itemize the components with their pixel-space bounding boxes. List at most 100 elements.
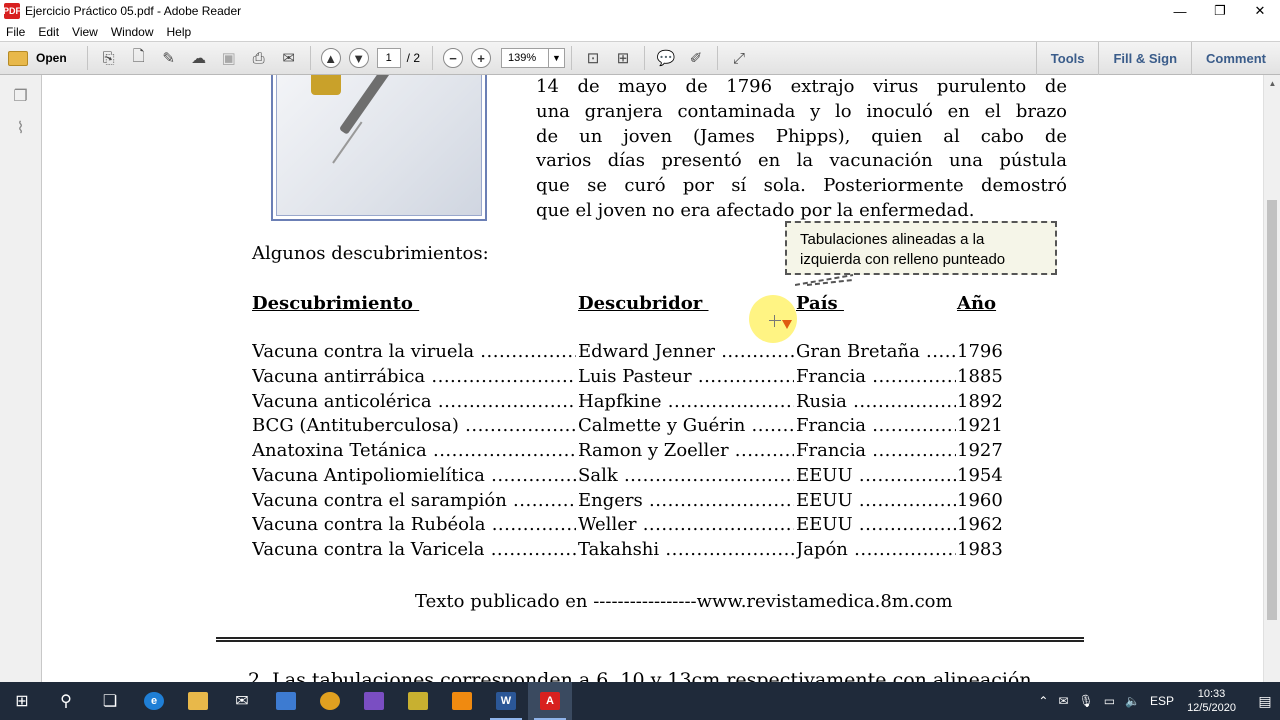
paragraph-line: de un joven (James Phipps), quien al cab… [536, 125, 1067, 147]
cell-descubrimiento: Vacuna contra la Varicela ..............… [252, 539, 576, 560]
cell-text: EEUU [796, 464, 853, 486]
edit-pdf-icon[interactable]: ✎ [157, 46, 181, 70]
save-icon[interactable]: ▣ [217, 46, 241, 70]
cell-text: Vacuna Antipoliomielítica [252, 464, 485, 486]
network-icon[interactable]: ▭ [1104, 694, 1115, 708]
open-button[interactable]: Open [8, 50, 67, 66]
cell-descubridor: Calmette y Guérin ......................… [578, 415, 794, 436]
minimize-button[interactable]: — [1160, 0, 1200, 22]
email-icon[interactable]: ✉ [277, 46, 301, 70]
cell-text: Vacuna antirrábica [252, 365, 426, 387]
dot-leader: ........................................… [751, 415, 794, 437]
cell-descubrimiento: Anatoxina Tetánica .....................… [252, 440, 576, 461]
cell-text: Ramon y Zoeller [578, 440, 729, 461]
cell-ano: 1892 [957, 391, 1017, 412]
callout-annotation[interactable]: Tabulaciones alineadas a la izquierda co… [785, 221, 1057, 275]
visual-studio-icon[interactable] [352, 682, 396, 720]
paragraph-line: que se curó por sí sola. Posteriormente … [536, 175, 1067, 197]
cell-text: Engers [578, 489, 643, 511]
task-view-icon[interactable]: ❏ [88, 682, 132, 720]
word-app-icon[interactable]: W [484, 682, 528, 720]
language-indicator[interactable]: ESP [1150, 694, 1174, 708]
toolbar-divider [717, 46, 719, 70]
export-pdf-icon[interactable]: 🗋 [127, 46, 151, 70]
vertical-scrollbar[interactable]: ▲ [1263, 75, 1280, 682]
cell-pais: EEUU ...................................… [796, 490, 956, 511]
scrollbar-thumb[interactable] [1267, 200, 1277, 620]
header-pais: País [796, 293, 844, 314]
notifications-icon[interactable]: ▤ [1250, 682, 1280, 720]
attachments-paperclip-icon[interactable]: ⌇ [10, 117, 32, 139]
crosshair-cursor-icon [769, 315, 781, 327]
toolbar-divider [309, 46, 311, 70]
zoom-in-button[interactable]: + [471, 48, 492, 68]
cell-text: Francia [796, 415, 866, 437]
cell-descubridor: Salk ...................................… [578, 465, 794, 486]
toolbar-panels: Tools Fill & Sign Comment [1035, 42, 1280, 75]
read-mode-icon[interactable]: ⤢ [727, 46, 751, 70]
zoom-select[interactable]: 139% ▼ [501, 48, 566, 68]
cell-pais: Japón ..................................… [796, 539, 956, 560]
menu-view[interactable]: View [72, 25, 98, 39]
highlight-icon[interactable]: ✐ [684, 46, 708, 70]
file-manager-icon[interactable] [396, 682, 440, 720]
menu-window[interactable]: Window [111, 25, 154, 39]
previous-page-button[interactable]: ▲ [320, 48, 341, 68]
dot-leader: ........................................… [858, 464, 956, 486]
maximize-button[interactable]: ❐ [1200, 0, 1240, 22]
upload-cloud-icon[interactable]: ☁ [187, 46, 211, 70]
cell-ano: 1960 [957, 490, 1017, 511]
menu-edit[interactable]: Edit [38, 25, 59, 39]
clock-time: 10:33 [1197, 688, 1226, 700]
edge-browser-icon[interactable]: e [132, 682, 176, 720]
zoom-out-button[interactable]: − [443, 48, 464, 68]
comment-button[interactable]: Comment [1191, 42, 1280, 75]
chevron-up-icon[interactable]: ⌃ [1038, 694, 1048, 708]
fit-page-icon[interactable]: ⊡ [581, 46, 605, 70]
menu-bar: File Edit View Window Help [0, 22, 1280, 41]
search-icon[interactable]: ⚲ [44, 682, 88, 720]
page-thumbnails-icon[interactable]: ❐ [10, 85, 32, 107]
print-icon[interactable]: ⎙ [247, 46, 271, 70]
page-number-input[interactable]: 1 [376, 48, 401, 68]
dot-leader: ........................................… [697, 365, 794, 387]
chrome-browser-icon[interactable] [308, 682, 352, 720]
dot-leader: ........................................… [480, 341, 576, 362]
microphone-icon[interactable]: 🎙 [1079, 694, 1094, 708]
fill-sign-button[interactable]: Fill & Sign [1098, 42, 1191, 75]
menu-file[interactable]: File [6, 25, 25, 39]
adobe-reader-taskbar-icon[interactable]: A [528, 682, 572, 720]
close-button[interactable]: ✕ [1240, 0, 1280, 22]
window-title: Ejercicio Práctico 05.pdf - Adobe Reader [25, 4, 242, 18]
dot-leader: ........................................… [926, 341, 956, 362]
cell-text: 1962 [957, 514, 1003, 536]
header-descubrimiento: Descubrimiento [252, 293, 420, 314]
cell-descubridor: Weller .................................… [578, 514, 794, 535]
volume-icon[interactable]: 🔈 [1125, 694, 1140, 708]
window-controls: — ❐ ✕ [1160, 0, 1280, 22]
comment-bubble-icon[interactable]: 💬 [654, 46, 678, 70]
next-page-button[interactable]: ▼ [348, 48, 369, 68]
cell-text: Salk [578, 464, 618, 486]
tools-button[interactable]: Tools [1035, 42, 1099, 75]
vlc-player-icon[interactable] [440, 682, 484, 720]
store-icon[interactable] [264, 682, 308, 720]
paragraph-line: una granjera contaminada y lo inoculó en… [536, 100, 1067, 122]
fit-width-icon[interactable]: ⊞ [611, 46, 635, 70]
taskbar: ⊞ ⚲ ❏ e ✉ W A ⌃ ✉ 🎙 ▭ 🔈 ESP 10:33 12/5/2… [0, 682, 1280, 720]
clock[interactable]: 10:33 12/5/2020 [1187, 687, 1236, 715]
mail-icon[interactable]: ✉ [220, 682, 264, 720]
cursor-arrow-icon [782, 320, 792, 329]
cell-text: 1960 [957, 489, 1003, 511]
cell-pais: Rusia ..................................… [796, 391, 956, 412]
message-icon[interactable]: ✉ [1058, 694, 1068, 708]
toolbar-divider [644, 46, 646, 70]
paragraph-line: 14 de mayo de 1796 extrajo virus purulen… [536, 76, 1067, 97]
create-pdf-icon[interactable]: ⎘ [97, 46, 121, 70]
file-explorer-icon[interactable] [176, 682, 220, 720]
navigation-pane: ❐ ⌇ [0, 75, 42, 682]
menu-help[interactable]: Help [167, 25, 192, 39]
windows-start-icon[interactable]: ⊞ [0, 682, 44, 720]
scroll-up-icon[interactable]: ▲ [1264, 75, 1280, 92]
zoom-value: 139% [508, 52, 537, 64]
